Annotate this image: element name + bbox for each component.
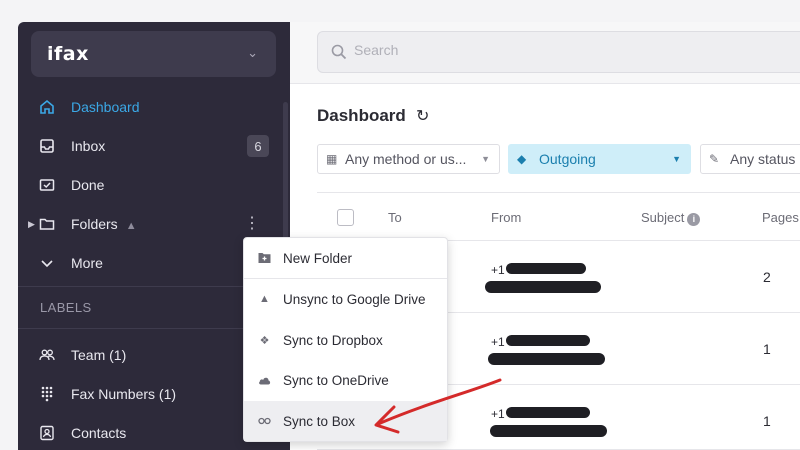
inbox-icon	[39, 138, 55, 154]
folder-icon	[39, 216, 55, 232]
from-number: +1	[491, 407, 505, 421]
table-header: To From Subject i Pages	[317, 192, 800, 241]
info-icon[interactable]: i	[687, 213, 701, 226]
sidebar-item-label: More	[71, 255, 103, 271]
chevron-down-icon	[39, 255, 55, 271]
menu-item-sync-box[interactable]: Sync to Box	[244, 401, 447, 441]
from-number: +1	[491, 263, 505, 277]
sidebar-item-label: Inbox	[71, 138, 106, 154]
new-folder-icon	[258, 252, 271, 265]
sidebar-item-label: Contacts	[71, 425, 127, 441]
menu-item-label: Sync to Dropbox	[283, 332, 383, 348]
menu-item-label: Unsync to Google Drive	[283, 291, 426, 307]
pages-value: 1	[763, 341, 771, 357]
direction-filter[interactable]: ◆ Outgoing ▼	[508, 144, 691, 174]
app-window: ifax ⌄ Dashboard Inbox 6 Done ▶ Folders …	[0, 0, 800, 450]
dropbox-icon: ❖	[259, 334, 270, 347]
caret-down-icon: ▼	[481, 154, 490, 164]
onedrive-icon	[258, 374, 271, 387]
menu-item-label: Sync to OneDrive	[283, 372, 389, 388]
column-subject-label: Subject	[641, 210, 685, 225]
home-icon	[39, 99, 55, 115]
redacted-number	[506, 335, 590, 346]
sidebar-item-label: Fax Numbers (1)	[71, 386, 177, 402]
workspace-switcher[interactable]: ifax ⌄	[31, 31, 276, 77]
caret-down-icon: ▼	[672, 154, 681, 164]
search-input[interactable]	[354, 42, 654, 58]
google-drive-icon: ▲	[259, 293, 270, 305]
redacted-number	[506, 263, 586, 274]
menu-item-label: New Folder	[283, 250, 353, 266]
status-icon: ✎	[709, 152, 720, 166]
team-icon	[39, 347, 55, 363]
sidebar-item-inbox[interactable]: Inbox 6	[18, 128, 290, 164]
column-subject[interactable]: Subject i	[641, 210, 701, 226]
redacted-email	[490, 425, 607, 437]
menu-item-sync-dropbox[interactable]: ❖ Sync to Dropbox	[244, 320, 447, 360]
sidebar-item-label-wrap: Folders ▲	[71, 216, 137, 232]
menu-item-new-folder[interactable]: New Folder	[244, 238, 447, 278]
diamond-icon: ◆	[517, 152, 527, 166]
sidebar-item-label: Folders	[71, 216, 118, 232]
pages-value: 1	[763, 413, 771, 429]
sidebar-item-label: Team (1)	[71, 347, 127, 363]
search-box[interactable]	[317, 31, 800, 73]
folder-context-menu: New Folder ▲ Unsync to Google Drive ❖ Sy…	[243, 237, 448, 442]
menu-item-sync-onedrive[interactable]: Sync to OneDrive	[244, 360, 447, 400]
column-pages[interactable]: Pages	[762, 210, 799, 225]
pages-value: 2	[763, 269, 771, 285]
labels-heading: LABELS	[40, 300, 92, 315]
redacted-email	[485, 281, 601, 293]
dialpad-icon	[39, 386, 55, 402]
redacted-email	[488, 353, 605, 365]
column-from[interactable]: From	[491, 210, 521, 225]
chevron-down-icon: ⌄	[247, 45, 258, 60]
filter-label: Any method or us...	[345, 151, 467, 167]
menu-item-label: Sync to Box	[283, 413, 356, 429]
filter-label: Any status	[730, 151, 796, 167]
contacts-icon	[39, 425, 55, 441]
ifax-logo: ifax	[47, 43, 89, 65]
sidebar-item-dashboard[interactable]: Dashboard	[18, 89, 290, 125]
folder-options-kebab-icon[interactable]: ⋮	[244, 216, 260, 232]
expand-caret-icon[interactable]: ▶	[28, 219, 35, 230]
top-bar	[290, 22, 800, 84]
menu-item-unsync-google-drive[interactable]: ▲ Unsync to Google Drive	[244, 279, 447, 319]
from-number: +1	[491, 335, 505, 349]
search-icon	[330, 43, 348, 61]
redacted-number	[506, 407, 590, 418]
status-filter[interactable]: ✎ Any status	[700, 144, 800, 174]
method-filter[interactable]: ▦ Any method or us... ▼	[317, 144, 500, 174]
inbox-count-badge: 6	[247, 135, 269, 157]
column-to[interactable]: To	[388, 210, 402, 225]
sidebar-item-label: Done	[71, 177, 105, 193]
sidebar-item-done[interactable]: Done	[18, 167, 290, 203]
done-icon	[39, 177, 55, 193]
select-all-checkbox[interactable]	[337, 209, 354, 226]
page-title: Dashboard	[317, 106, 406, 125]
grid-icon: ▦	[326, 152, 338, 166]
sidebar-item-label: Dashboard	[71, 99, 140, 115]
filter-label: Outgoing	[539, 151, 596, 167]
refresh-icon[interactable]: ↻	[416, 106, 429, 126]
box-icon	[258, 415, 271, 428]
google-drive-icon: ▲	[125, 220, 137, 232]
